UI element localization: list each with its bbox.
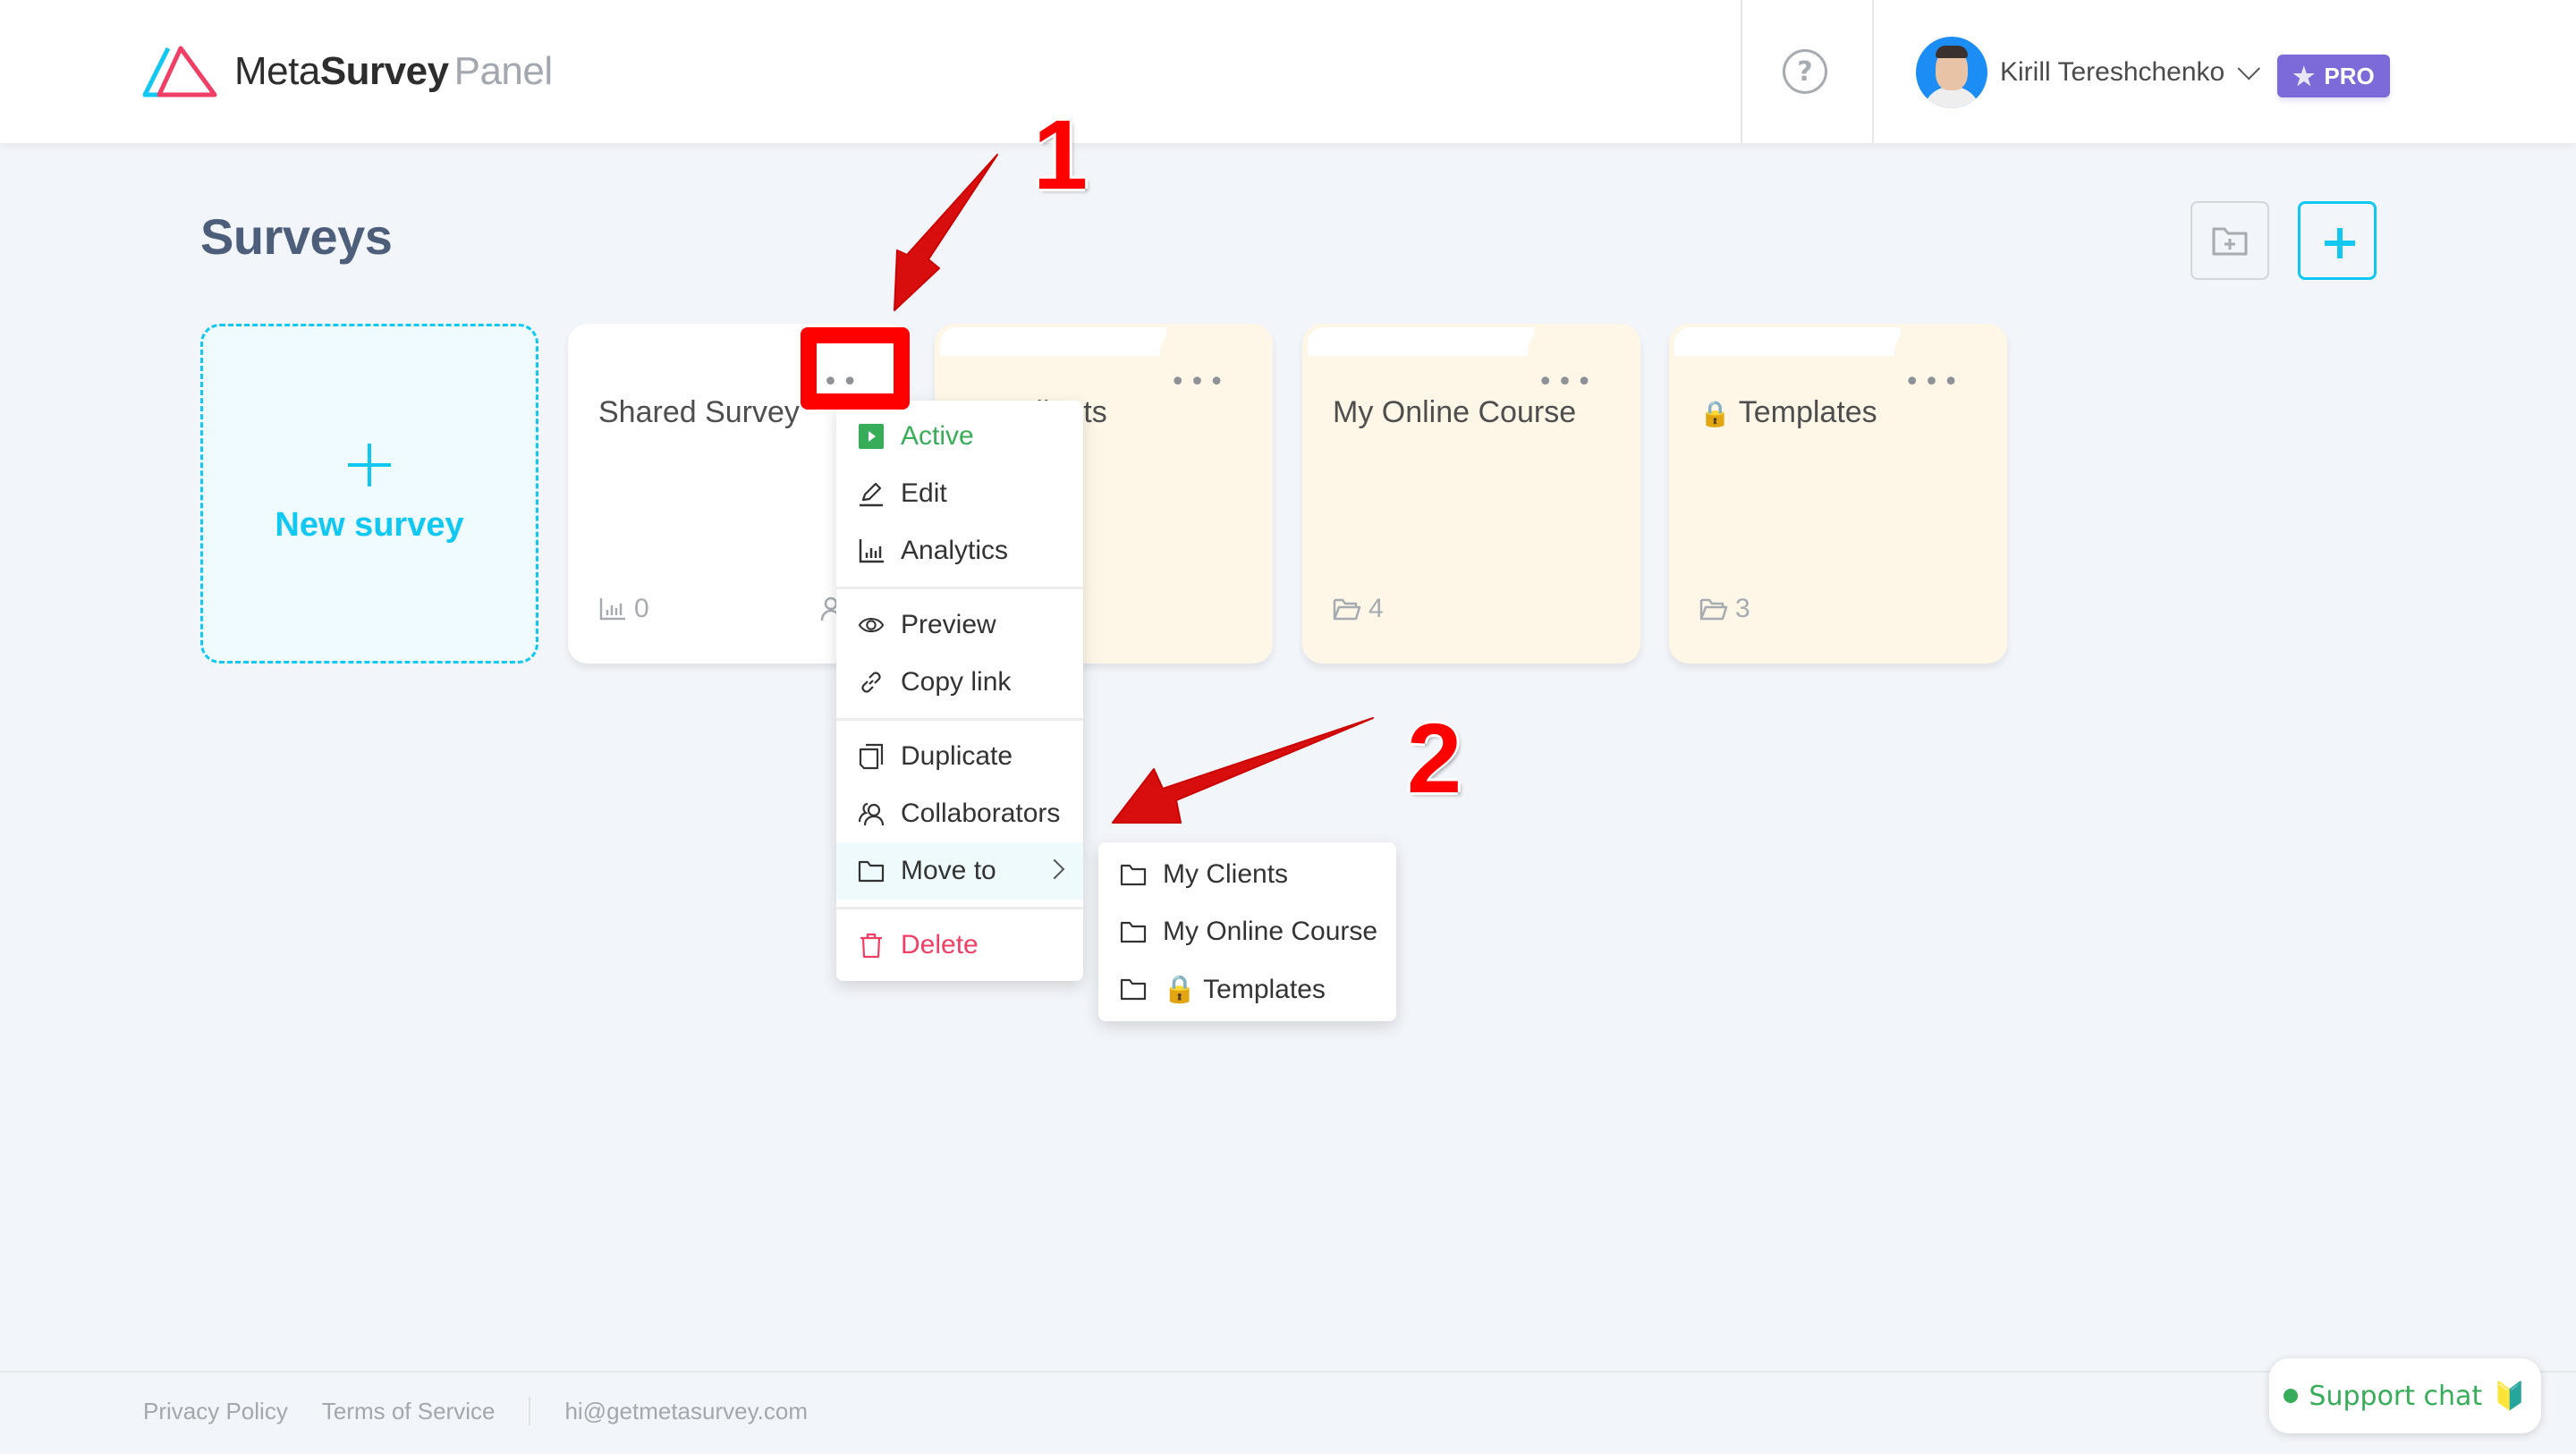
user-avatar [1916,37,1987,108]
submenu-item-label: 🔒 Templates [1163,974,1326,1004]
move-to-submenu: My Clients My Online Course 🔒 Templates [1098,842,1396,1021]
pro-badge[interactable]: ★ PRO [2277,55,2390,97]
pencil-icon [858,480,885,507]
menu-item-copy-link[interactable]: Copy link [836,654,1083,711]
card-title: 🔒 Templates [1699,395,1877,430]
menu-item-label: Copy link [901,667,1012,697]
star-icon: ★ [2292,62,2316,90]
annotation-highlight-box [801,327,910,410]
menu-item-move-to[interactable]: Move to [836,842,1083,900]
menu-item-active[interactable]: Active [836,408,1083,465]
new-survey-button[interactable] [2298,201,2377,280]
folder-icon [1120,918,1147,945]
folder-count-value: 3 [1735,594,1750,623]
responses-count: 0 [598,594,649,624]
new-folder-button[interactable] [2190,201,2269,280]
folder-icon [1120,976,1147,1002]
trash-icon [858,932,885,959]
menu-divider [836,587,1083,589]
menu-item-label: Collaborators [901,799,1061,828]
submenu-item-folder[interactable]: My Online Course [1098,903,1396,960]
question-circle-icon: ? [1797,55,1813,88]
menu-item-label: Delete [901,930,979,959]
folder-card[interactable]: 🔒 Templates ••• 3 [1669,324,2007,664]
card-title: Shared Survey [598,395,800,429]
folder-plus-icon [2212,227,2248,256]
menu-item-edit[interactable]: Edit [836,465,1083,522]
beginner-badge-icon: 🔰 [2493,1380,2527,1412]
menu-item-label: Edit [901,478,947,508]
pro-label: PRO [2324,62,2375,89]
submenu-item-label: My Online Course [1163,917,1378,946]
terms-of-service-link[interactable]: Terms of Service [322,1398,496,1425]
footer: Privacy Policy Terms of Service hi@getme… [143,1397,808,1425]
email-link[interactable]: hi@getmetasurvey.com [564,1398,808,1425]
page-title: Surveys [200,208,393,265]
annotation-arrow-icon [894,154,998,311]
link-icon [858,669,885,696]
user-menu[interactable]: Kirill Tereshchenko [1916,36,2261,109]
header-divider [1741,0,1742,143]
help-button[interactable]: ? [1783,49,1827,94]
support-chat-button[interactable]: Support chat 🔰 [2269,1358,2541,1433]
triangles-logo-icon [142,46,217,97]
responses-value: 0 [634,594,649,623]
copy-icon [858,743,885,770]
eye-icon [858,612,885,638]
folder-icon [858,858,885,884]
logo-text: MetaSurvey Panel [234,49,553,93]
menu-item-duplicate[interactable]: Duplicate [836,728,1083,785]
top-header: MetaSurvey Panel ? Kirill Tereshchenko ★ … [0,0,2576,143]
submenu-item-folder[interactable]: 🔒 Templates [1098,960,1396,1018]
submenu-item-label: My Clients [1163,859,1289,889]
annotation-number: 2 [1407,704,1462,814]
more-dots-icon[interactable]: ••• [1170,369,1228,396]
footer-divider [0,1371,2576,1373]
bar-chart-icon [599,598,625,621]
more-dots-icon[interactable]: ••• [1904,369,1962,396]
folder-count: 3 [1699,594,1750,624]
chevron-right-icon [1044,858,1065,880]
new-survey-card[interactable]: New survey [200,324,538,664]
folder-count: 4 [1333,594,1384,624]
menu-divider [836,907,1083,909]
menu-item-preview[interactable]: Preview [836,596,1083,654]
menu-item-label: Active [901,421,974,451]
users-icon [858,800,885,827]
menu-item-analytics[interactable]: Analytics [836,522,1083,579]
folder-icon [1120,861,1147,888]
survey-context-menu: Active Edit Analytics Preview Copy link … [836,401,1083,981]
bar-chart-icon [858,537,885,564]
online-status-dot [2284,1389,2299,1403]
menu-divider [836,718,1083,721]
folder-count-value: 4 [1368,594,1384,623]
menu-item-label: Duplicate [901,741,1013,771]
header-divider [1872,0,1874,143]
folder-open-icon [1333,598,1361,621]
user-name: Kirill Tereshchenko [2000,57,2225,87]
logo[interactable]: MetaSurvey Panel [141,43,553,100]
folder-card[interactable]: My Online Course ••• 4 [1302,324,1640,664]
footer-separator [529,1397,531,1425]
privacy-policy-link[interactable]: Privacy Policy [143,1398,288,1425]
more-dots-icon[interactable]: ••• [1538,369,1596,396]
play-square-icon [858,423,885,450]
chevron-down-icon [2237,57,2261,80]
annotation-arrow-icon [1112,717,1374,824]
annotation-number: 1 [1033,100,1089,210]
support-chat-label: Support chat [2309,1380,2483,1412]
new-survey-label: New survey [275,505,464,544]
menu-item-label: Move to [901,856,996,885]
menu-item-delete[interactable]: Delete [836,917,1083,974]
plus-icon [348,443,391,486]
menu-item-collaborators[interactable]: Collaborators [836,785,1083,842]
card-title-text: Templates [1738,395,1877,429]
card-title: My Online Course [1333,395,1577,429]
menu-item-label: Analytics [901,536,1009,565]
folder-open-icon [1699,598,1728,621]
menu-item-label: Preview [901,610,996,639]
submenu-item-folder[interactable]: My Clients [1098,846,1396,903]
lock-icon: 🔒 [1699,400,1731,427]
